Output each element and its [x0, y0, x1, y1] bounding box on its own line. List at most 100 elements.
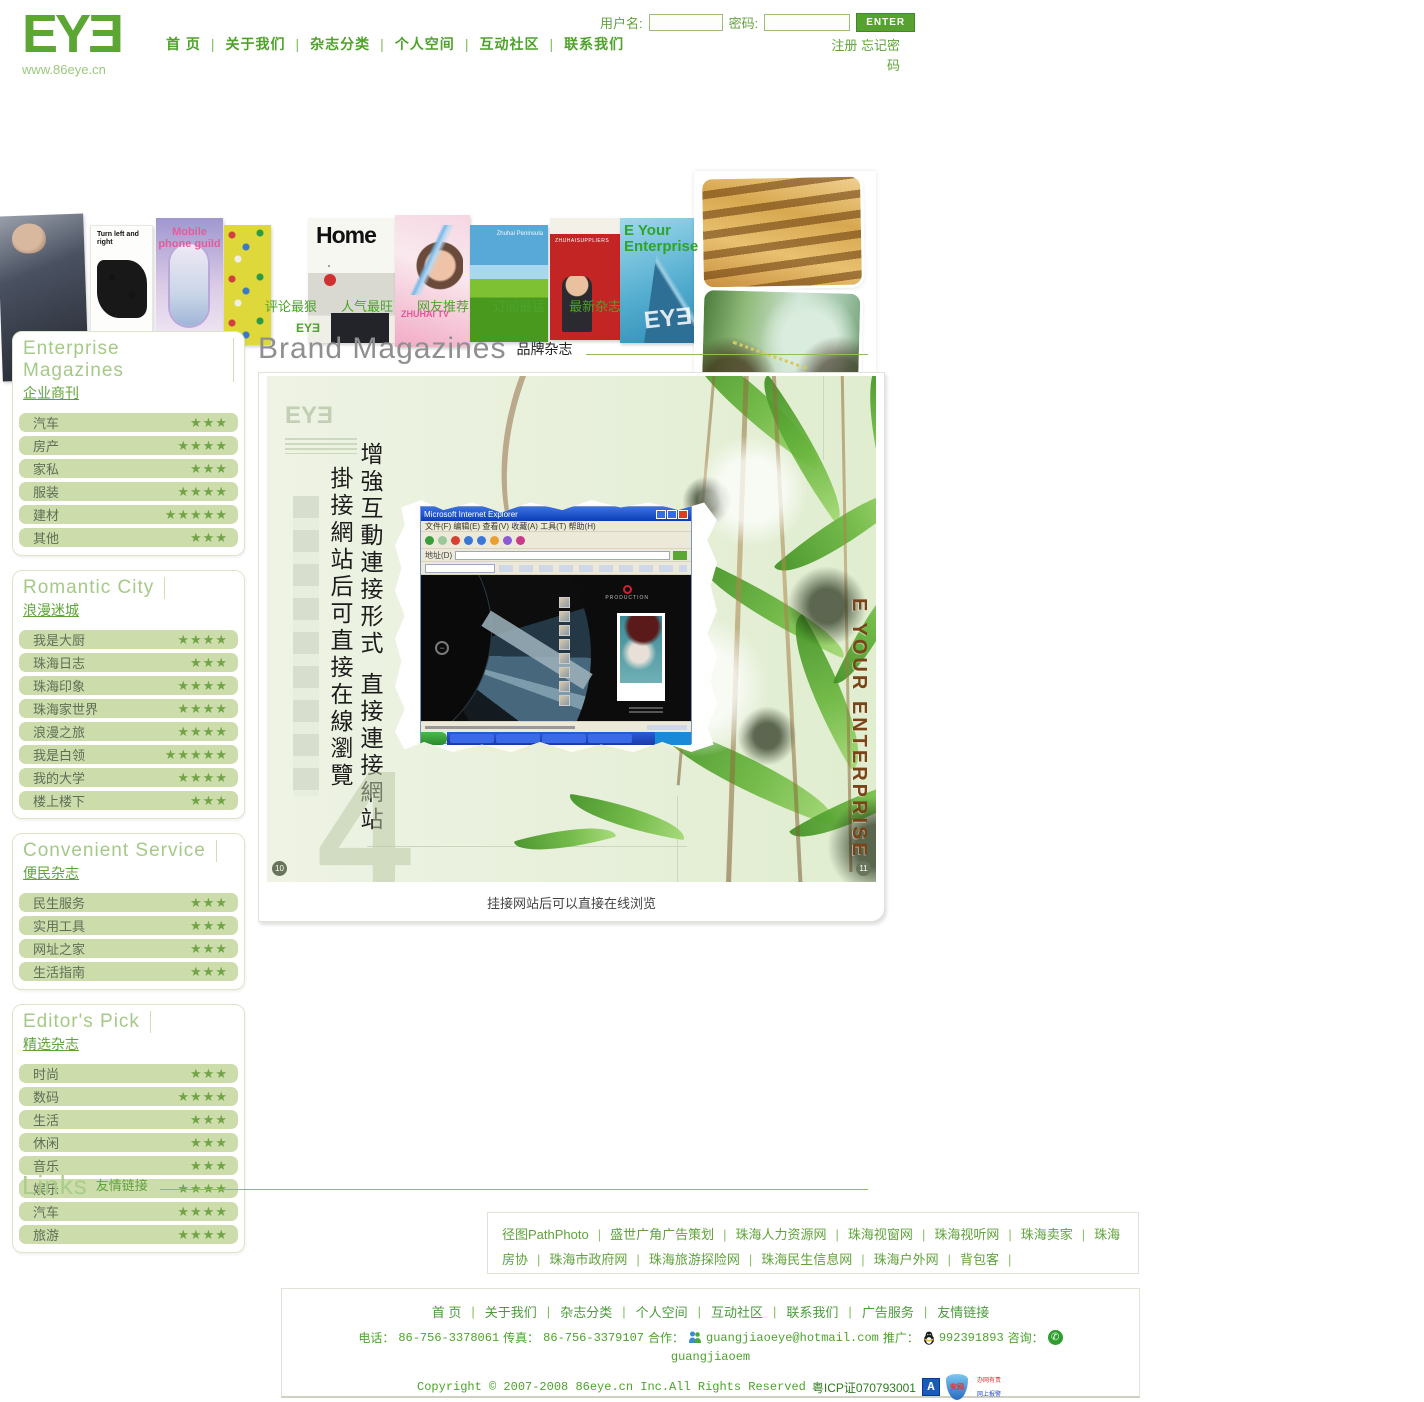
category-item[interactable]: 珠海家世界★★★★ [19, 699, 238, 718]
password-input[interactable] [764, 14, 850, 31]
category-item[interactable]: 汽车★★★★ [19, 1202, 238, 1221]
magazine-cover-eyou[interactable]: E Your EnterpriseEYƎ [620, 218, 700, 343]
phone-label: 电话： [358, 1329, 394, 1346]
category-item[interactable]: 数码★★★★ [19, 1087, 238, 1106]
section-title-cn[interactable]: 便民杂志 [23, 863, 234, 883]
footer-nav-item-2[interactable]: 关于我们 [485, 1302, 537, 1321]
consult-label: 咨询： [1008, 1329, 1044, 1346]
friend-link-2[interactable]: 盛世广角广告策划 [610, 1227, 714, 1242]
footer-nav-item-1[interactable]: 首 页 [432, 1302, 462, 1321]
sidebar-section-1: Enterprise Magazines企业商刊汽车★★★ 房产★★★★ 家私★★★… [12, 331, 245, 556]
friend-link-1[interactable]: 径图PathPhoto [502, 1227, 589, 1242]
category-item[interactable]: 生活★★★ [19, 1110, 238, 1129]
category-item[interactable]: 汽车★★★ [19, 413, 238, 432]
register-link[interactable]: 注册 [831, 38, 857, 53]
msn-icon [688, 1331, 702, 1344]
header-nav-item-3[interactable]: 杂志分类 [310, 34, 370, 54]
header-nav-item-1[interactable]: 首 页 [166, 34, 201, 54]
security-shield-badge[interactable]: 安网 [946, 1374, 968, 1400]
ranking-tab-5[interactable]: 最新杂志 [569, 296, 621, 315]
header-nav-item-5[interactable]: 互动社区 [479, 34, 539, 54]
category-item[interactable]: 珠海印象★★★★ [19, 676, 238, 695]
friend-link-4[interactable]: 珠海视窗网 [848, 1227, 913, 1242]
cover-eye-outline: EYƎ [643, 303, 694, 336]
icp-license[interactable]: 粤ICP证070793001 [812, 1379, 916, 1396]
production-label: PRODUCTION [605, 595, 649, 601]
magazine-cover-red[interactable]: ZHUHAISUPPLIERS [550, 218, 622, 340]
icp-badge[interactable]: A [922, 1378, 940, 1396]
category-item[interactable]: 实用工具★★★ [19, 916, 238, 935]
category-item[interactable]: 服装★★★★ [19, 482, 238, 501]
section-title-cn[interactable]: 浪漫迷城 [23, 600, 234, 620]
category-item[interactable]: 我是白领★★★★★ [19, 745, 238, 764]
category-item[interactable]: 旅游★★★★ [19, 1225, 238, 1244]
category-item[interactable]: 我是大厨★★★★ [19, 630, 238, 649]
site-logo[interactable]: EYƎ www.86eye.cn [22, 8, 121, 77]
category-item[interactable]: 生活指南★★★ [19, 962, 238, 981]
cooperation-email[interactable]: guangjiaoeye@hotmail.com [706, 1331, 879, 1345]
magazine-cover-mobile[interactable]: Mobile phone guild [156, 218, 223, 337]
category-item[interactable]: 家私★★★ [19, 459, 238, 478]
category-item[interactable]: 浪漫之旅★★★★ [19, 722, 238, 741]
friend-link-6[interactable]: 珠海卖家 [1021, 1227, 1073, 1242]
ranking-tab-4[interactable]: 订阅最猛 [493, 296, 545, 315]
magazine-cover-turnleft[interactable]: Turn left and right [90, 225, 153, 339]
footer-nav-item-8[interactable]: 友情链接 [937, 1302, 989, 1321]
magazine-spread-image[interactable]: EYƎ 增強互動連接形式 直接連接網站 掛接網站后可直接在線瀏覽 4 Micro… [267, 376, 876, 882]
friend-link-12[interactable]: 背包客 [960, 1252, 999, 1267]
cooperation-label: 合作： [648, 1329, 684, 1346]
ranking-tab-2[interactable]: 人气最旺 [341, 296, 393, 315]
category-item[interactable]: 时尚★★★ [19, 1064, 238, 1083]
category-item[interactable]: 网址之家★★★ [19, 939, 238, 958]
star-rating: ★★★★ [177, 678, 228, 694]
footer-nav-item-4[interactable]: 个人空间 [636, 1302, 688, 1321]
magazine-cover-home[interactable]: Home [308, 218, 395, 343]
footer-nav-item-7[interactable]: 广告服务 [862, 1302, 914, 1321]
category-item[interactable]: 楼上楼下★★★ [19, 791, 238, 810]
friend-link-9[interactable]: 珠海旅游探险网 [649, 1252, 740, 1267]
friend-link-8[interactable]: 珠海市政府网 [549, 1252, 627, 1267]
maze-photo[interactable] [702, 177, 862, 288]
promotion-qq-number[interactable]: 992391893 [939, 1331, 1004, 1345]
section-heading: Enterprise Magazines企业商刊 [19, 336, 238, 409]
category-item[interactable]: 其他★★★ [19, 528, 238, 547]
friend-link-5[interactable]: 珠海视听网 [934, 1227, 999, 1242]
header-nav-item-6[interactable]: 联系我们 [564, 34, 624, 54]
magazine-cover-peninsula[interactable]: Zhuhai Peninsula [470, 225, 548, 342]
header-nav-item-2[interactable]: 关于我们 [226, 34, 286, 54]
footer-nav-item-6[interactable]: 联系我们 [786, 1302, 838, 1321]
friend-link-10[interactable]: 珠海民生信息网 [761, 1252, 852, 1267]
category-item[interactable]: 我的大学★★★★ [19, 768, 238, 787]
category-label: 休闲 [33, 1133, 59, 1152]
separator: | [537, 1252, 540, 1267]
section-title-cn[interactable]: 精选杂志 [23, 1034, 234, 1054]
separator: | [465, 36, 470, 52]
category-item[interactable]: 休闲★★★ [19, 1133, 238, 1152]
category-item[interactable]: 珠海日志★★★ [19, 653, 238, 672]
friend-link-11[interactable]: 珠海户外网 [874, 1252, 939, 1267]
ranking-tab-1[interactable]: 评论最狠 [265, 296, 317, 315]
footer-nav-item-3[interactable]: 杂志分类 [560, 1302, 612, 1321]
category-item[interactable]: 民生服务★★★ [19, 893, 238, 912]
police-badge[interactable]: 办网有责 网上报警 [974, 1372, 1004, 1402]
enter-button[interactable]: ENTER [856, 13, 915, 32]
category-item[interactable]: 房产★★★★ [19, 436, 238, 455]
friend-link-3[interactable]: 珠海人力资源网 [736, 1227, 827, 1242]
magazine-cover-ztv[interactable]: ZHUHAI TV [395, 215, 470, 347]
header-nav-item-4[interactable]: 个人空间 [395, 34, 455, 54]
star-rating: ★★★★ [177, 770, 228, 786]
task-button [588, 734, 632, 743]
main-title-en: Brand Magazines [258, 334, 506, 364]
browser-page-content: − PRODUCTION [421, 575, 691, 721]
section-title-cn[interactable]: 企业商刊 [23, 383, 234, 403]
forgot-password-link[interactable]: 忘记密码 [861, 38, 900, 73]
magazine-cover-pattern[interactable] [224, 225, 271, 345]
section-title-en: Convenient Service [23, 840, 217, 862]
phone-call-icon[interactable]: ✆ [1048, 1330, 1063, 1345]
username-input[interactable] [649, 14, 723, 31]
footer-nav-item-5[interactable]: 互动社区 [711, 1302, 763, 1321]
category-item[interactable]: 建材★★★★★ [19, 505, 238, 524]
e-your-enterprise-text: E YOUR ENTERPRISE [847, 598, 870, 859]
bamboo-leaf [514, 815, 616, 862]
category-label: 服装 [33, 482, 59, 501]
